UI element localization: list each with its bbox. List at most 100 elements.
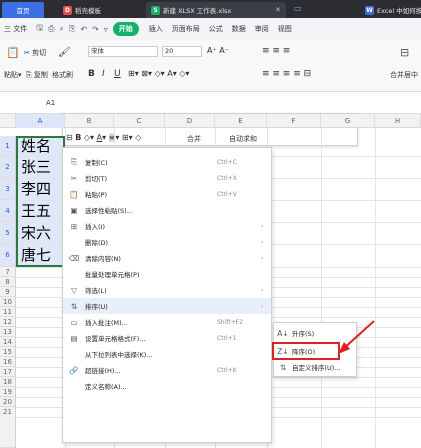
menu-item-copy[interactable]: ⎘ 复制(C) Ctrl+C: [63, 154, 271, 170]
row-header-16[interactable]: 16: [0, 357, 16, 367]
italic-button[interactable]: I: [102, 69, 105, 79]
menu-item-define-name[interactable]: 定义名称(A)...: [63, 378, 271, 394]
row-header-3[interactable]: 3: [0, 178, 16, 200]
bold-button[interactable]: B: [88, 69, 95, 79]
font-name-select[interactable]: 宋体: [88, 46, 158, 57]
row-header-15[interactable]: 15: [0, 347, 16, 357]
cell-a2[interactable]: 张三: [17, 157, 64, 178]
tab-workbook[interactable]: S 新建 XLSX 工作表.xlsx ✕: [146, 2, 286, 18]
font-grow-icon[interactable]: A⁺ A⁻: [207, 46, 229, 55]
format-painter-button[interactable]: 格式刷: [52, 70, 73, 80]
redo-icon[interactable]: ↷: [92, 25, 99, 34]
menu-item-paste-special[interactable]: ▣ 选择性粘贴(S)...: [63, 202, 271, 218]
row-header-7[interactable]: 7: [0, 267, 16, 277]
menu-item-sort[interactable]: ⇅ 排序(U) ›: [63, 298, 271, 314]
tab-layout[interactable]: 页面布局: [172, 24, 200, 34]
tab-web-article[interactable]: W Excel 中如何按文本拼音降序: [360, 2, 421, 18]
undo-icon[interactable]: ↶: [80, 25, 87, 34]
row-header-18[interactable]: 18: [0, 377, 16, 387]
tab-view[interactable]: 视图: [278, 24, 292, 34]
cell-a5[interactable]: 宋六: [17, 223, 64, 244]
tab-review[interactable]: 审阅: [255, 24, 269, 34]
save-icon[interactable]: 🖫: [36, 22, 43, 36]
scissors-icon: ✂: [70, 173, 78, 183]
column-header-d[interactable]: D: [165, 114, 215, 128]
column-header-h[interactable]: H: [375, 114, 421, 128]
cell-a4[interactable]: 王五: [17, 201, 64, 222]
paste-icon[interactable]: 📋: [6, 46, 20, 59]
tab-formula[interactable]: 公式: [209, 24, 223, 34]
tab-insert[interactable]: 插入: [149, 24, 163, 34]
copy-button[interactable]: ⎘ 复制: [26, 70, 48, 80]
row-header-8[interactable]: 8: [0, 277, 16, 287]
menu-item-filter[interactable]: ▽ 筛选(L) ›: [63, 282, 271, 298]
submenu-item-custom-sort[interactable]: ⇅ 自定义排序(U)...: [274, 359, 356, 375]
print-preview-icon[interactable]: ⌕: [59, 24, 63, 34]
tab-web-article-label: Excel 中如何按文本拼音降序: [377, 7, 421, 15]
menu-item-comment[interactable]: ▭ 插入批注(M)... Shift+F2: [63, 314, 271, 330]
menu-item-hyperlink[interactable]: 🔗 超链接(H)... Ctrl+K: [63, 362, 271, 378]
row-header-17[interactable]: 17: [0, 367, 16, 377]
row-header-5[interactable]: 5: [0, 222, 16, 244]
mini-format-row[interactable]: ⊟ B ◇▾ A▾ ≡▾ ⊞▾ ◇: [66, 133, 141, 142]
close-tab-icon[interactable]: ✕: [275, 6, 281, 14]
tab-bar: 首页 D 稻壳模板 S 新建 XLSX 工作表.xlsx ✕ ▭ W Excel…: [0, 0, 421, 18]
monitor-icon[interactable]: ▭: [294, 4, 302, 13]
menu-item-cut[interactable]: ✂ 剪切(T) Ctrl+X: [63, 170, 271, 186]
cell-a1[interactable]: 姓名: [17, 136, 64, 156]
align-top-icon[interactable]: ≡ ≡ ≡: [262, 46, 290, 56]
mini-merge-button[interactable]: 合并: [187, 134, 201, 144]
row-header-14[interactable]: 14: [0, 337, 16, 347]
cell-a6[interactable]: 唐七: [17, 245, 64, 266]
row-header-4[interactable]: 4: [0, 200, 16, 222]
select-all-corner[interactable]: [0, 114, 16, 128]
menu-item-paste[interactable]: 📋 粘贴(P) Ctrl+V: [63, 186, 271, 202]
column-header-f[interactable]: F: [267, 114, 321, 128]
row-header-2[interactable]: 2: [0, 156, 16, 178]
dropdown-icon[interactable]: ▿: [104, 25, 108, 34]
tab-data[interactable]: 数据: [232, 24, 246, 34]
column-header-a[interactable]: A: [16, 114, 65, 128]
row-header-6[interactable]: 6: [0, 244, 16, 267]
file-menu[interactable]: 三 文件: [4, 24, 27, 34]
paste-button[interactable]: 粘贴▾: [4, 70, 22, 80]
row-header-9[interactable]: 9: [0, 287, 16, 297]
tab-start[interactable]: 开始: [112, 22, 139, 36]
cell-reference[interactable]: A1: [46, 99, 55, 107]
underline-button[interactable]: U: [114, 69, 121, 79]
row-header-11[interactable]: 11: [0, 307, 16, 317]
column-header-e[interactable]: E: [215, 114, 267, 128]
row-header-1[interactable]: 1: [0, 136, 16, 156]
menu-item-clear[interactable]: ⌫ 清除内容(N) ›: [63, 250, 271, 266]
row-header-20[interactable]: 20: [0, 397, 16, 407]
tab-templates[interactable]: D 稻壳模板: [58, 2, 130, 18]
row-header-12[interactable]: 12: [0, 317, 16, 327]
row-header-10[interactable]: 10: [0, 297, 16, 307]
merge-center-button[interactable]: 合并居中: [390, 70, 418, 80]
ascending-label: 升序(S): [292, 330, 315, 338]
paste-icon: 📋: [69, 189, 79, 199]
border-icon[interactable]: ⊞▾ ⊠▾ ◇▾ A▾ ◇▾: [128, 69, 189, 78]
tab-home[interactable]: 首页: [2, 2, 44, 18]
cell-a3[interactable]: 李四: [17, 179, 64, 200]
column-header-b[interactable]: B: [65, 114, 114, 128]
column-header-c[interactable]: C: [114, 114, 165, 128]
row-header-13[interactable]: 13: [0, 327, 16, 337]
font-size-select[interactable]: 20: [162, 46, 202, 57]
column-header-g[interactable]: G: [321, 114, 375, 128]
menu-item-dropdown-pick[interactable]: 从下拉列表中选择(K)...: [63, 346, 271, 362]
print-icon[interactable]: ⎙: [48, 24, 54, 34]
export-icon[interactable]: ⎘: [69, 24, 75, 34]
cut-button[interactable]: ✂ 剪切: [24, 48, 46, 58]
menu-item-insert[interactable]: ⊞ 插入(I) ›: [63, 218, 271, 234]
align-left-icon[interactable]: ≡ ≡ ≡ ≡ ⊟: [262, 69, 311, 79]
row-header-21[interactable]: 21: [0, 407, 16, 448]
insert-label: 插入(I): [85, 223, 105, 231]
menu-item-delete[interactable]: 删除(D) ›: [63, 234, 271, 250]
merge-center-icon[interactable]: ⊟: [400, 46, 409, 59]
menu-item-batch[interactable]: 批量处理单元格(P): [63, 266, 271, 282]
autosum-button[interactable]: 自动求和: [229, 134, 257, 144]
format-painter-icon[interactable]: 🖌: [58, 47, 71, 58]
menu-item-format-cells[interactable]: ▤ 设置单元格格式(F)... Ctrl+1: [63, 330, 271, 346]
row-header-19[interactable]: 19: [0, 387, 16, 397]
